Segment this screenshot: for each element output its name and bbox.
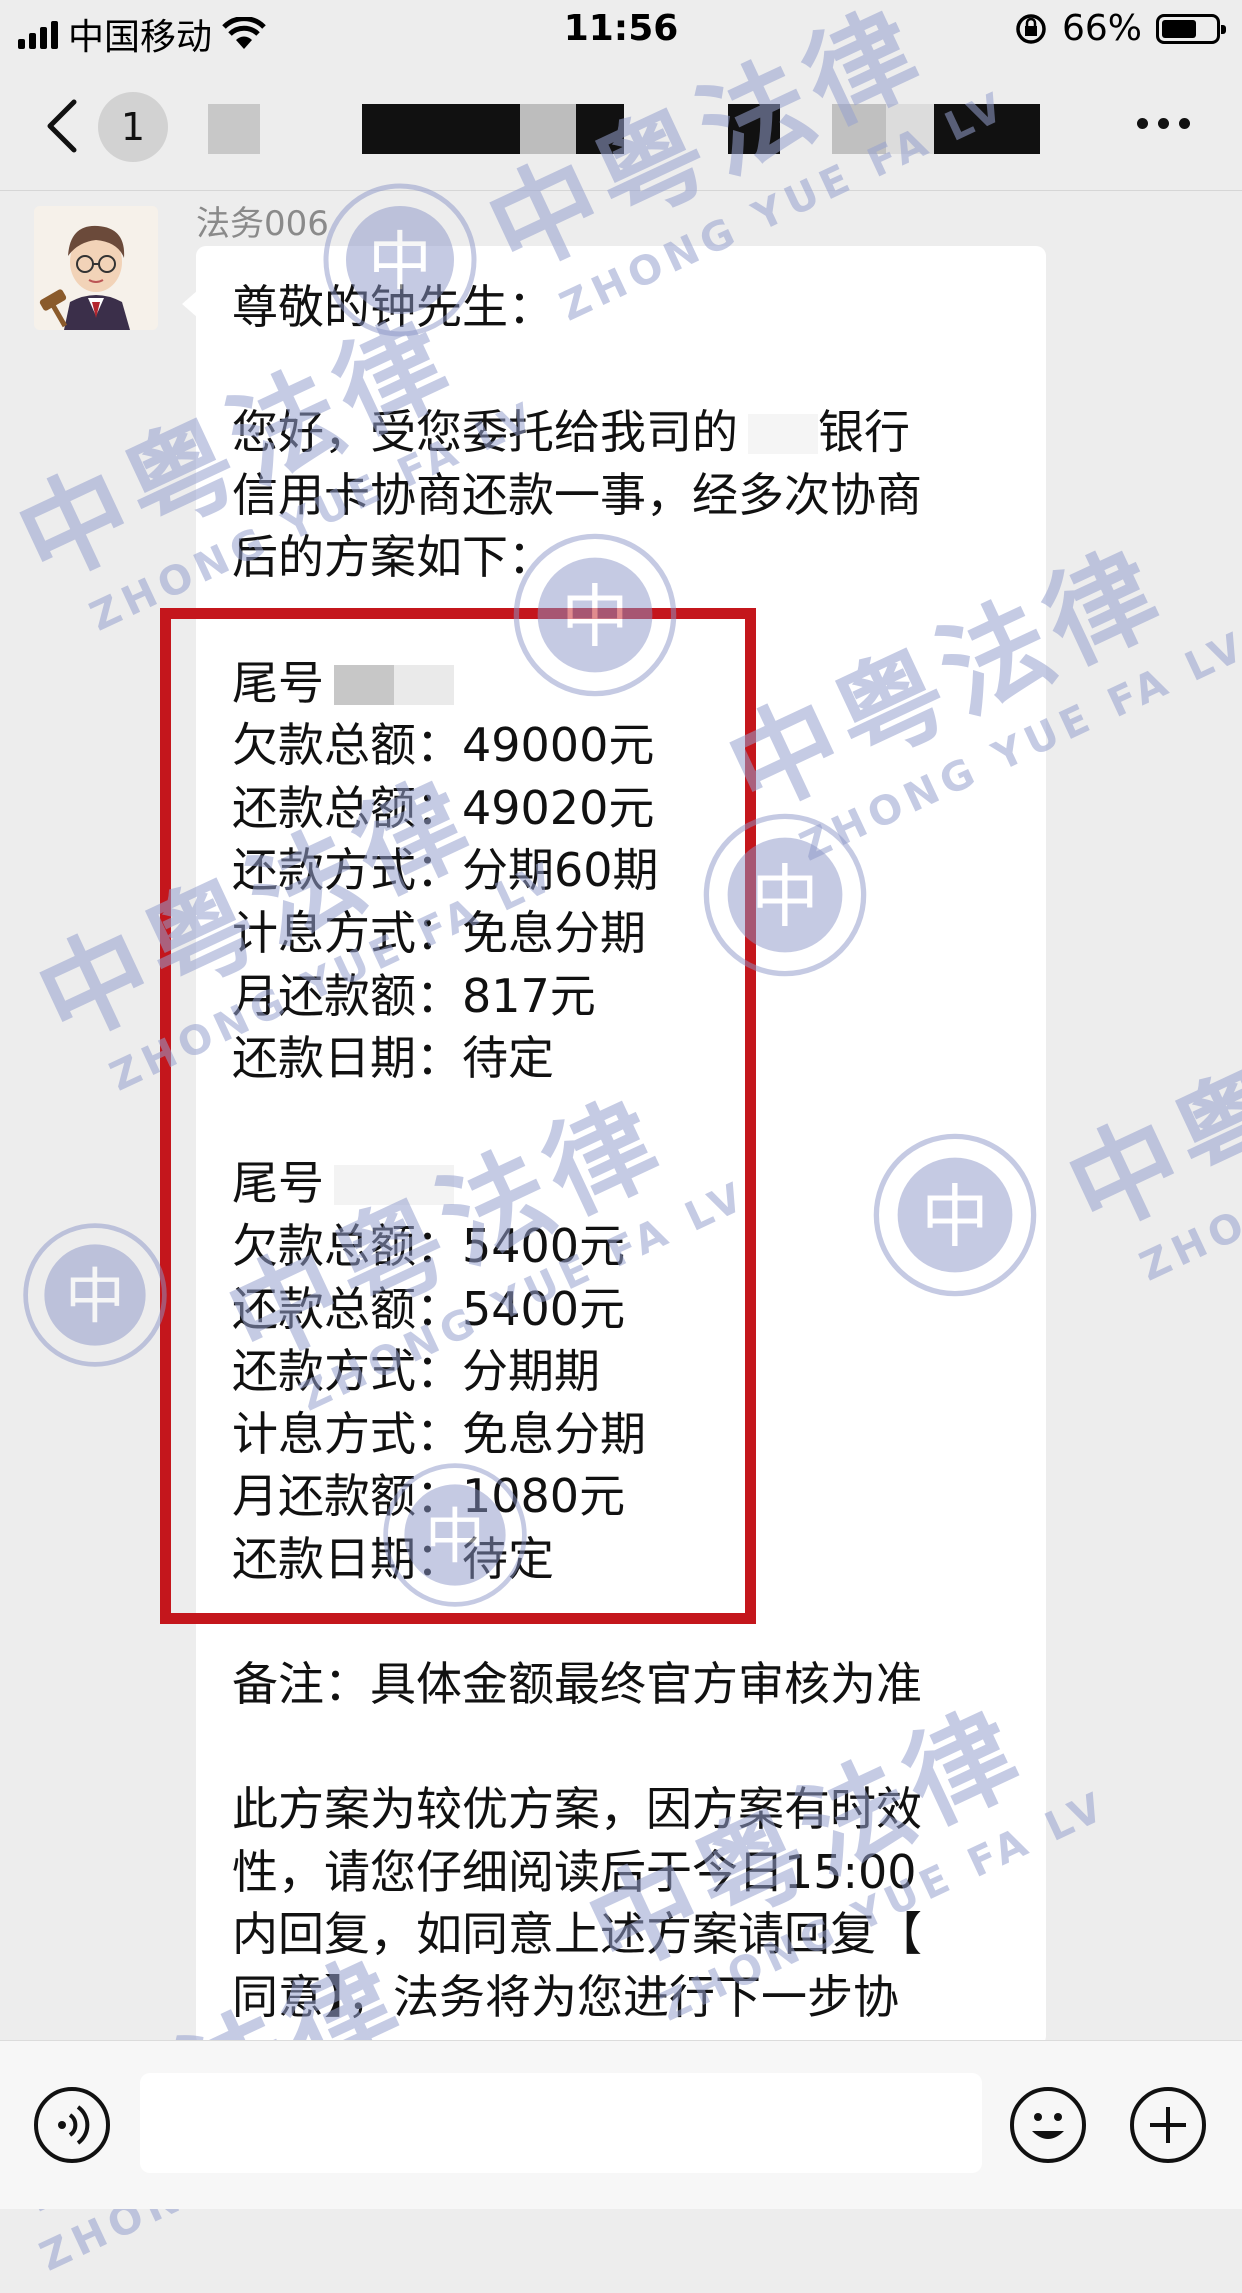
battery-percent: 66% (1061, 8, 1142, 49)
unread-count-badge[interactable]: 1 (98, 92, 168, 162)
redacted-title-block (362, 104, 624, 154)
sender-name: 法务006 (196, 204, 329, 244)
closing-line: 此方案为较优方案，因方案有时效 (232, 1782, 922, 1837)
intro-line: 信用卡协商还款一事，经多次协商 (232, 467, 922, 522)
voice-input-button[interactable] (34, 2087, 110, 2163)
greeting-line: 尊敬的钟先生： (232, 280, 554, 334)
more-functions-button[interactable] (1130, 2087, 1206, 2163)
status-right: 66% (1014, 8, 1226, 49)
intro-line: 后的方案如下： (232, 530, 554, 585)
redacted-title-block (728, 104, 780, 154)
closing-line: 同意】，法务将为您进行下一步协 (232, 1970, 899, 2025)
closing-line: 内回复，如同意上述方案请回复【 (232, 1907, 922, 1962)
redacted-title-block (520, 104, 576, 154)
lawyer-avatar-illustration (34, 206, 158, 330)
sender-avatar[interactable] (34, 206, 158, 330)
battery-icon (1156, 13, 1226, 44)
svg-text:中: 中 (65, 1263, 125, 1333)
watermark-text: 中粤法律ZHONG YUE FA LV (1050, 945, 1242, 1291)
smiley-icon (1032, 2113, 1064, 2139)
red-highlight-annotation (160, 608, 756, 1624)
closing-line: 性，请您仔细阅读后于今日15:00 (232, 1844, 917, 1899)
redacted-title-block (934, 104, 1040, 154)
chat-header: 1 (0, 62, 1242, 191)
rotation-lock-icon (1016, 13, 1046, 44)
back-arrow-icon[interactable] (40, 98, 84, 154)
voice-icon (58, 2105, 90, 2145)
redacted-title-block (886, 104, 934, 154)
more-options-icon[interactable] (1137, 118, 1190, 129)
redacted-title-block (832, 104, 886, 154)
redacted-bank-name (748, 414, 818, 455)
message-text-input[interactable] (140, 2073, 982, 2173)
note-line: 备注：具体金额最终官方审核为准 (232, 1657, 922, 1712)
watermark-seal-icon: 中 (23, 1223, 167, 1367)
intro-line: 您好，受您委托给我司的 银行 (232, 405, 910, 460)
emoji-button[interactable] (1010, 2087, 1086, 2163)
plus-icon (1150, 2107, 1186, 2143)
status-bar: 中国移动 11:56 66% (0, 0, 1242, 62)
redacted-title-block (208, 104, 260, 154)
message-input-bar (0, 2040, 1242, 2209)
